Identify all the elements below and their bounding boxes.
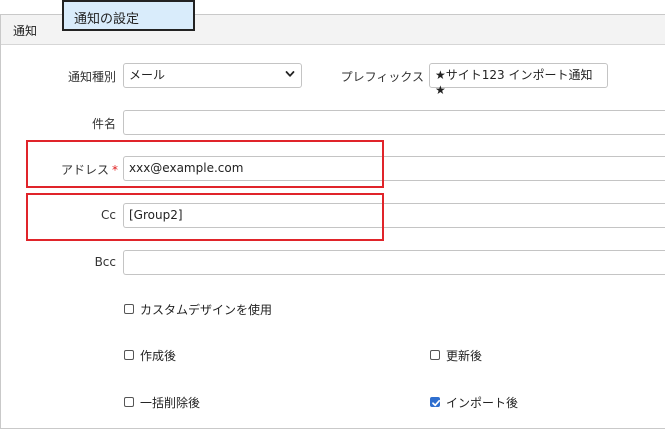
notification-type-label: 通知種別 bbox=[67, 70, 116, 84]
settings-tooltip: 通知の設定 bbox=[62, 0, 195, 31]
custom-design-label: カスタムデザインを使用 bbox=[140, 303, 273, 317]
prefix-input[interactable]: ★サイト123 インポート通知★ bbox=[429, 63, 608, 97]
after-import-checkbox[interactable] bbox=[430, 397, 441, 407]
checkmark-icon bbox=[432, 399, 441, 407]
after-bulk-delete-checkbox[interactable] bbox=[124, 397, 134, 407]
chevron-down-icon bbox=[285, 71, 295, 77]
after-create-label: 作成後 bbox=[140, 349, 177, 363]
after-bulk-delete-label: 一括削除後 bbox=[140, 396, 201, 410]
after-update-label: 更新後 bbox=[446, 349, 483, 363]
panel-title: 通知 bbox=[13, 24, 38, 38]
after-import-label: インポート後 bbox=[446, 396, 519, 410]
prefix-label: プレフィックス bbox=[340, 70, 424, 84]
after-create-checkbox[interactable] bbox=[124, 350, 134, 360]
custom-design-checkbox[interactable] bbox=[124, 304, 134, 314]
bcc-input[interactable] bbox=[123, 250, 665, 275]
after-update-checkbox[interactable] bbox=[430, 350, 440, 360]
notification-type-value: メール bbox=[129, 68, 166, 82]
notification-type-select[interactable]: メール bbox=[123, 63, 302, 88]
address-highlight-box bbox=[26, 140, 384, 188]
cc-highlight-box bbox=[26, 193, 384, 241]
subject-label: 件名 bbox=[91, 117, 116, 131]
subject-input[interactable] bbox=[123, 110, 665, 135]
bcc-label: Bcc bbox=[94, 255, 116, 269]
